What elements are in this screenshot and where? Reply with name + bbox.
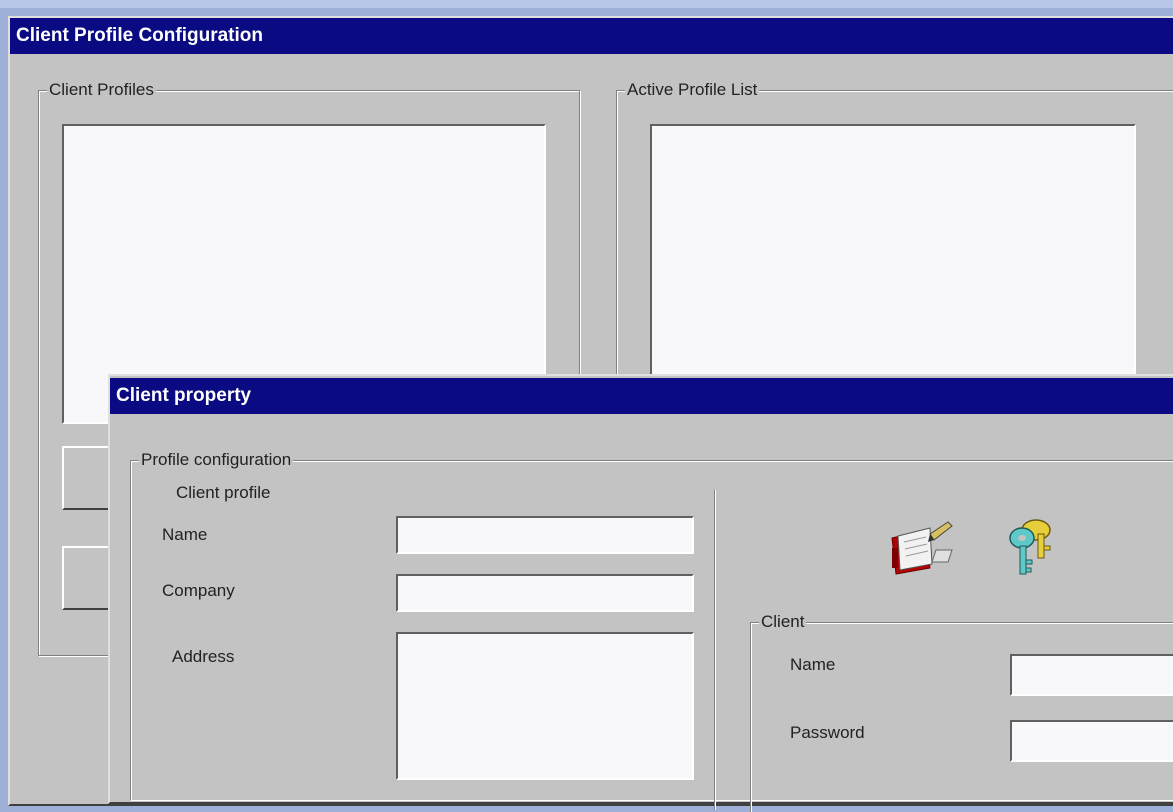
client-profile-heading: Client profile (176, 483, 271, 502)
main-window-title: Client Profile Configuration (16, 25, 263, 46)
notebook-pencil-icon (886, 520, 956, 576)
client-group: Client (750, 611, 1173, 812)
password-label: Password (790, 723, 865, 742)
profile-configuration-legend: Profile configuration (139, 449, 294, 471)
name-label: Name (162, 525, 208, 544)
main-window-titlebar[interactable]: Client Profile Configuration (10, 18, 1173, 54)
company-field[interactable] (396, 574, 694, 612)
client-property-dialog: Client property Profile configuration Cl… (108, 374, 1173, 812)
address-label: Address (172, 647, 235, 666)
password-field[interactable] (1010, 720, 1173, 762)
client-name-label: Name (790, 655, 836, 674)
client-name-field[interactable] (1010, 654, 1173, 696)
dialog-titlebar[interactable]: Client property (110, 378, 1173, 414)
desktop-background (0, 0, 1173, 8)
keys-icon (1004, 516, 1060, 578)
column-separator (714, 490, 716, 810)
dialog-title: Client property (116, 385, 252, 406)
active-profile-list-legend: Active Profile List (625, 79, 760, 101)
name-field[interactable] (396, 516, 694, 554)
client-legend: Client (759, 611, 807, 633)
client-profiles-legend: Client Profiles (47, 79, 156, 101)
company-label: Company (162, 581, 235, 600)
address-field[interactable] (396, 632, 694, 780)
